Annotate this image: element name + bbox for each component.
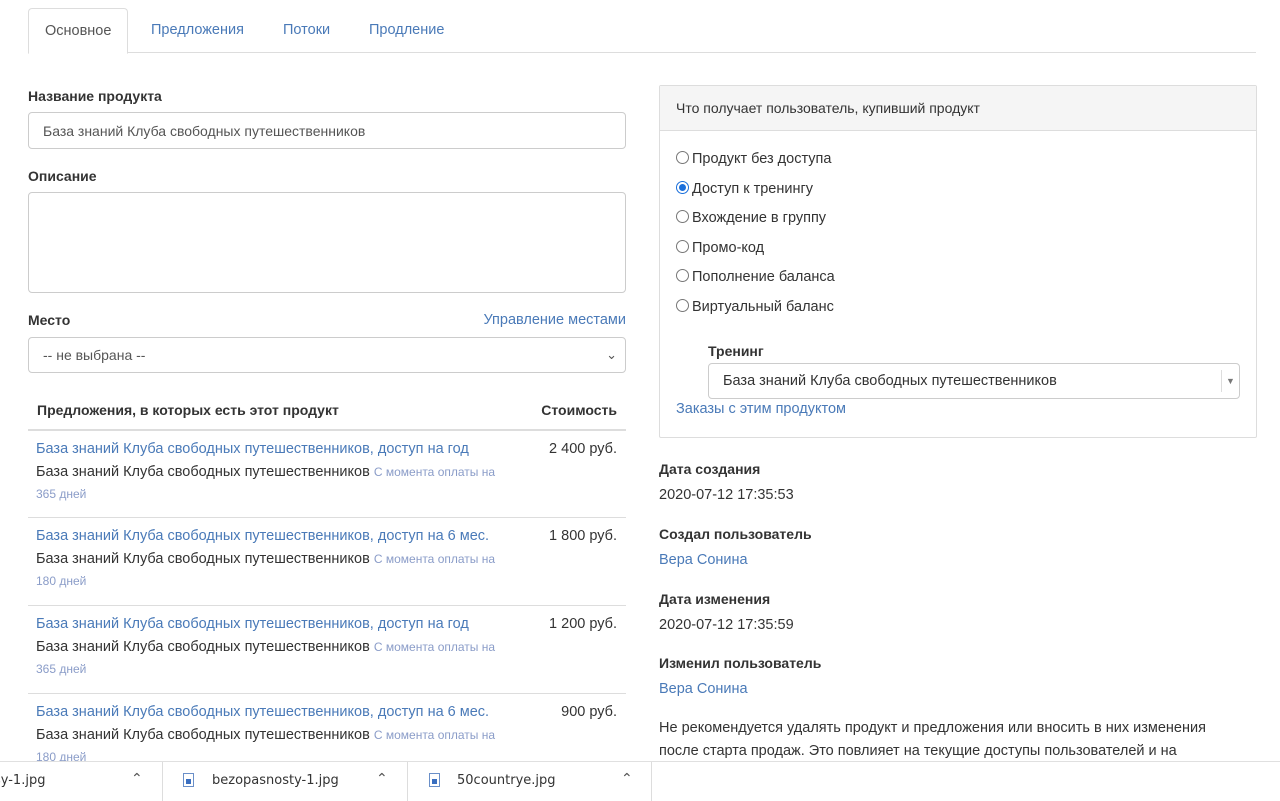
product-name-input[interactable]: База знаний Клуба свободных путешественн… [28, 112, 626, 149]
tab-bar: Основное Предложения Потоки Продление [28, 8, 1256, 54]
radio-icon[interactable] [676, 151, 689, 164]
creator-link[interactable]: Вера Сонина [659, 552, 748, 568]
manage-places-link[interactable]: Управление местами [483, 312, 626, 328]
place-label: Место [28, 312, 71, 328]
offer-period: 180 дней [36, 574, 87, 588]
modifier-link[interactable]: Вера Сонина [659, 681, 748, 697]
tab-main[interactable]: Основное [28, 8, 129, 54]
table-row: База знаний Клуба свободных путешественн… [28, 606, 626, 694]
place-select[interactable]: -- не выбрана -- ⌄ [28, 337, 626, 373]
radio-virtual-balance[interactable]: Виртуальный баланс [676, 299, 834, 315]
image-file-icon [183, 773, 194, 787]
creator-label: Создал пользователь [659, 526, 812, 542]
download-item[interactable]: sy-1.jpg ⌃ [0, 762, 163, 801]
modified-date-label: Дата изменения [659, 591, 771, 607]
radio-balance-topup[interactable]: Пополнение баланса [676, 269, 835, 285]
offer-price: 1 200 руб. [549, 616, 617, 632]
description-textarea[interactable] [28, 192, 626, 293]
download-item[interactable]: bezopasnosty-1.jpg ⌃ [163, 762, 408, 801]
offer-link[interactable]: База знаний Клуба свободных путешественн… [36, 441, 469, 457]
offer-price: 900 руб. [561, 704, 617, 720]
description-label: Описание [28, 168, 97, 184]
created-date-value: 2020-07-12 17:35:53 [659, 487, 794, 503]
chevron-up-icon[interactable]: ⌃ [376, 771, 388, 787]
offer-link[interactable]: База знаний Клуба свободных путешественн… [36, 704, 489, 720]
created-date-label: Дата создания [659, 461, 761, 477]
offer-product-name: База знаний Клуба свободных путешественн… [36, 464, 496, 480]
download-bar: sy-1.jpg ⌃ bezopasnosty-1.jpg ⌃ 50countr… [0, 761, 1280, 801]
offers-header-name: Предложения, в которых есть этот продукт [37, 402, 339, 418]
image-file-icon [429, 773, 440, 787]
table-row: База знаний Клуба свободных путешественн… [28, 431, 626, 518]
download-filename: 50countrye.jpg [457, 773, 556, 788]
orders-with-product-link[interactable]: Заказы с этим продуктом [676, 401, 846, 417]
radio-checked-icon[interactable] [676, 181, 689, 194]
modified-date-value: 2020-07-12 17:35:59 [659, 617, 794, 633]
chevron-up-icon[interactable]: ⌃ [621, 771, 633, 787]
modifier-label: Изменил пользователь [659, 655, 822, 671]
chevron-down-icon: ⌄ [606, 347, 617, 362]
offer-link[interactable]: База знаний Клуба свободных путешественн… [36, 616, 469, 632]
offer-link[interactable]: База знаний Клуба свободных путешественн… [36, 528, 489, 544]
download-filename: bezopasnosty-1.jpg [212, 773, 339, 788]
offer-product-name: База знаний Клуба свободных путешественн… [36, 639, 496, 655]
panel-title: Что получает пользователь, купивший прод… [660, 86, 1256, 131]
training-label: Тренинг [708, 343, 764, 359]
radio-icon[interactable] [676, 240, 689, 253]
offer-product-name: База знаний Клуба свободных путешественн… [36, 727, 496, 743]
offer-period: 365 дней [36, 487, 87, 501]
dropdown-arrow-icon: ▼ [1221, 370, 1239, 392]
offers-table-header: Предложения, в которых есть этот продукт… [28, 394, 626, 431]
offers-header-price: Стоимость [541, 402, 617, 418]
tab-streams[interactable]: Потоки [267, 8, 346, 53]
radio-promo-code[interactable]: Промо-код [676, 240, 764, 256]
product-name-label: Название продукта [28, 88, 162, 104]
table-row: База знаний Клуба свободных путешественн… [28, 518, 626, 606]
radio-icon[interactable] [676, 299, 689, 312]
download-item[interactable]: 50countrye.jpg ⌃ [408, 762, 652, 801]
download-filename: sy-1.jpg [0, 773, 46, 788]
offer-price: 2 400 руб. [549, 441, 617, 457]
warning-text: Не рекомендуется удалять продукт и предл… [659, 720, 1206, 759]
access-type-panel: Что получает пользователь, купивший прод… [659, 85, 1257, 438]
training-select[interactable]: База знаний Клуба свободных путешественн… [708, 363, 1240, 399]
radio-training-access[interactable]: Доступ к тренингу [676, 181, 813, 197]
radio-icon[interactable] [676, 269, 689, 282]
tab-renewal[interactable]: Продление [353, 8, 460, 53]
chevron-up-icon[interactable]: ⌃ [131, 771, 143, 787]
radio-no-access[interactable]: Продукт без доступа [676, 151, 831, 167]
training-select-value: База знаний Клуба свободных путешественн… [723, 373, 1057, 389]
offer-period: 365 дней [36, 662, 87, 676]
offer-product-name: База знаний Клуба свободных путешественн… [36, 551, 496, 567]
radio-group-join[interactable]: Вхождение в группу [676, 210, 826, 226]
tab-offers[interactable]: Предложения [135, 8, 260, 53]
offer-price: 1 800 руб. [549, 528, 617, 544]
radio-icon[interactable] [676, 210, 689, 223]
place-select-value: -- не выбрана -- [43, 347, 146, 363]
